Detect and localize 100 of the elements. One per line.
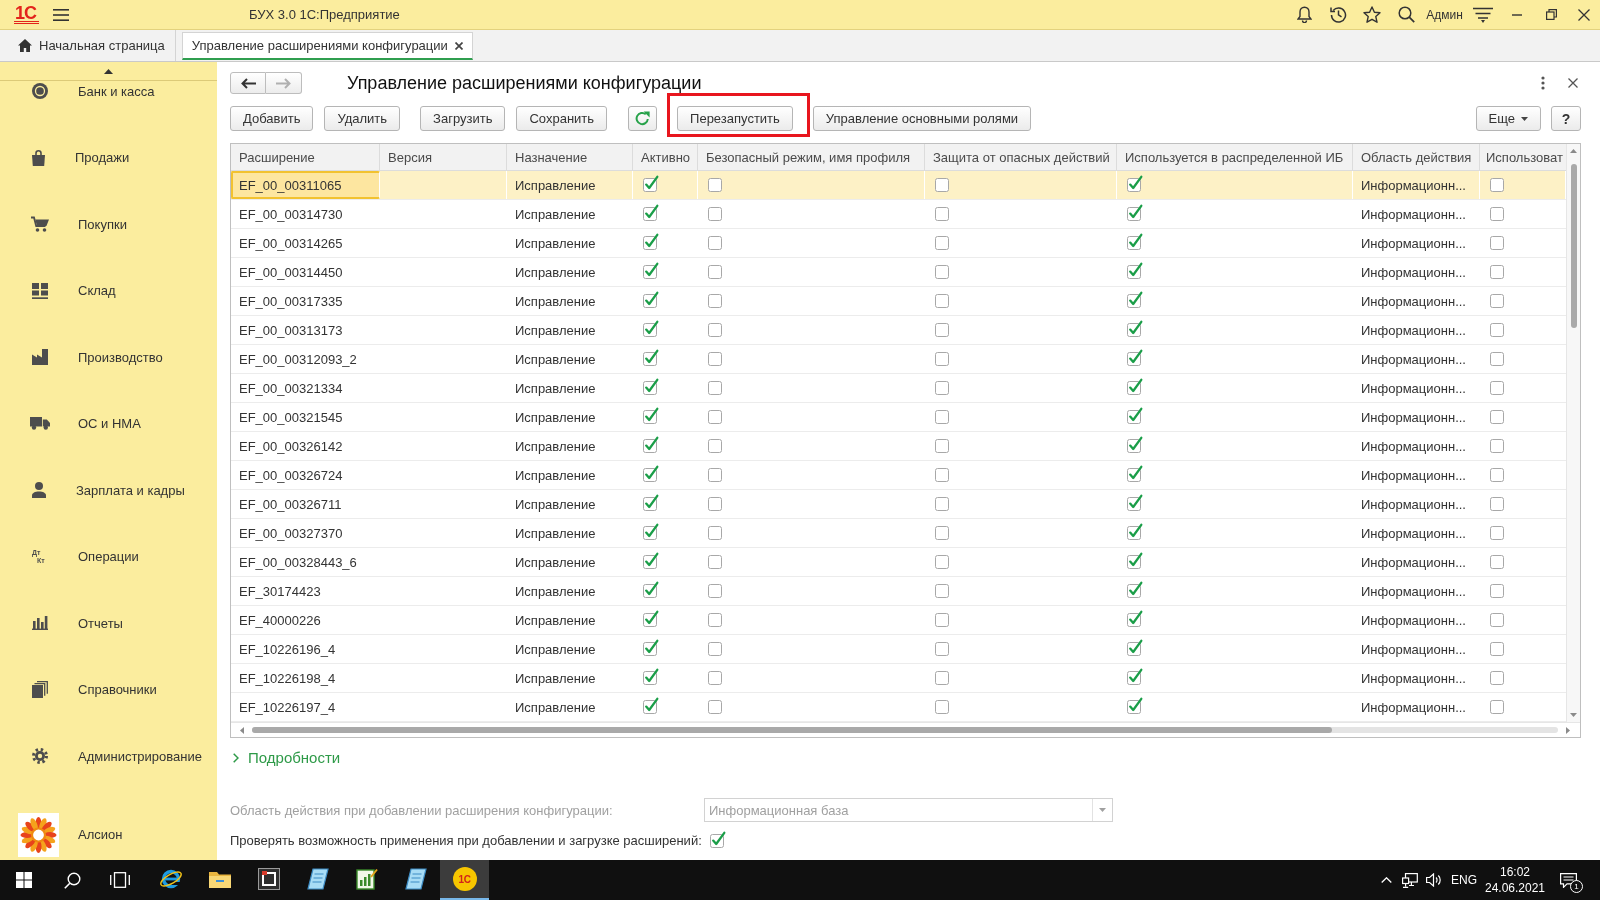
checkbox[interactable]: [1490, 178, 1504, 192]
task-view-icon[interactable]: [110, 872, 130, 888]
checkbox[interactable]: [1126, 233, 1143, 250]
sidebar-item[interactable]: Производство: [0, 347, 217, 367]
table-row[interactable]: EF_00_00326142 Исправление Информационн...: [231, 432, 1566, 461]
checkbox[interactable]: [642, 668, 659, 685]
checkbox[interactable]: [708, 671, 722, 685]
checkbox[interactable]: [642, 465, 659, 482]
checkbox[interactable]: [1126, 175, 1143, 192]
refresh-button[interactable]: [628, 106, 658, 131]
horizontal-scrollbar[interactable]: [231, 722, 1580, 737]
column-header[interactable]: Безопасный режим, имя профиля: [698, 144, 925, 171]
checkbox[interactable]: [642, 204, 659, 221]
scrollbar-thumb[interactable]: [1570, 164, 1577, 328]
checkbox[interactable]: [935, 352, 949, 366]
star-icon[interactable]: [1363, 6, 1381, 23]
checkbox[interactable]: [642, 233, 659, 250]
checkbox[interactable]: [935, 236, 949, 250]
scrollbar-track[interactable]: [252, 727, 1558, 733]
checkbox[interactable]: [708, 352, 722, 366]
checkbox[interactable]: [1490, 613, 1504, 627]
table-row[interactable]: EF_00_00314265 Исправление Информационн...: [231, 229, 1566, 258]
table-row[interactable]: EF_00_00317335 Исправление Информационн...: [231, 287, 1566, 316]
checkbox[interactable]: [935, 265, 949, 279]
checkbox[interactable]: [1126, 204, 1143, 221]
toolbar-button[interactable]: Загрузить: [420, 106, 506, 131]
network-icon[interactable]: [1402, 872, 1418, 888]
table-row[interactable]: EF_00_00326711 Исправление Информационн...: [231, 490, 1566, 519]
checkbox[interactable]: [1126, 320, 1143, 337]
checkbox[interactable]: [642, 378, 659, 395]
column-header[interactable]: Расширение: [231, 144, 380, 171]
search-icon[interactable]: [63, 871, 81, 889]
notification-icon[interactable]: [1559, 872, 1577, 888]
help-button[interactable]: ?: [1551, 106, 1581, 131]
checkbox[interactable]: [1126, 610, 1143, 627]
column-header[interactable]: Версия: [380, 144, 507, 171]
column-header[interactable]: Используется в распределенной ИБ: [1117, 144, 1353, 171]
table-row[interactable]: EF_00_00314730 Исправление Информационн...: [231, 200, 1566, 229]
close-icon[interactable]: [1568, 78, 1578, 88]
checkbox[interactable]: [1126, 697, 1143, 714]
sidebar-item[interactable]: Администрирование: [0, 746, 217, 766]
checkbox[interactable]: [935, 584, 949, 598]
checkbox[interactable]: [708, 294, 722, 308]
more-options-icon[interactable]: [1541, 76, 1545, 90]
sidebar-item[interactable]: Продажи: [0, 147, 217, 168]
checkbox[interactable]: [1490, 236, 1504, 250]
checkbox[interactable]: [708, 468, 722, 482]
checkbox[interactable]: [1126, 523, 1143, 540]
checkbox[interactable]: [1490, 468, 1504, 482]
table-row[interactable]: EF_00_00312093_2 Исправление Информационн...: [231, 345, 1566, 374]
table-row[interactable]: EF_40000226 Исправление Информационн...: [231, 606, 1566, 635]
scroll-right-icon[interactable]: [1566, 726, 1570, 734]
clock-date[interactable]: 24.06.2021: [1484, 880, 1546, 896]
checkbox[interactable]: [1126, 552, 1143, 569]
table-row[interactable]: EF_00_00321545 Исправление Информационн...: [231, 403, 1566, 432]
checkbox[interactable]: [1490, 700, 1504, 714]
checkbox[interactable]: [708, 642, 722, 656]
checkbox[interactable]: [935, 439, 949, 453]
checkbox[interactable]: [708, 207, 722, 221]
checkbox[interactable]: [1490, 294, 1504, 308]
checkbox[interactable]: [708, 323, 722, 337]
checkbox[interactable]: [935, 613, 949, 627]
checkbox[interactable]: [708, 830, 726, 848]
checkbox[interactable]: [1126, 378, 1143, 395]
sidebar-item[interactable]: Алсион: [0, 812, 217, 857]
checkbox[interactable]: [1490, 584, 1504, 598]
checkbox[interactable]: [935, 526, 949, 540]
table-row[interactable]: EF_10226198_4 Исправление Информационн...: [231, 664, 1566, 693]
checkbox[interactable]: [1490, 381, 1504, 395]
checkbox[interactable]: [642, 523, 659, 540]
checkbox[interactable]: [1490, 323, 1504, 337]
checkbox[interactable]: [1490, 642, 1504, 656]
table-row[interactable]: EF_00_00321334 Исправление Информационн...: [231, 374, 1566, 403]
checkbox[interactable]: [935, 497, 949, 511]
checkbox[interactable]: [935, 178, 949, 192]
history-icon[interactable]: [1329, 6, 1347, 23]
checkbox[interactable]: [935, 294, 949, 308]
checkbox[interactable]: [1126, 407, 1143, 424]
checkbox[interactable]: [708, 410, 722, 424]
checkbox[interactable]: [708, 700, 722, 714]
checkbox[interactable]: [935, 323, 949, 337]
toolbar-button[interactable]: Удалить: [324, 106, 401, 131]
tab[interactable]: Управление расширениями конфигурации: [181, 32, 473, 60]
checkbox[interactable]: [642, 320, 659, 337]
checkbox[interactable]: [1126, 262, 1143, 279]
checkbox[interactable]: [642, 291, 659, 308]
checkbox[interactable]: [1126, 291, 1143, 308]
menu-icon[interactable]: [53, 8, 69, 21]
search-icon[interactable]: [1397, 6, 1415, 23]
sidebar-item[interactable]: Покупки: [0, 214, 217, 234]
checkbox[interactable]: [935, 555, 949, 569]
table-row[interactable]: EF_00_00311065 Исправление Информационн...: [231, 171, 1566, 200]
checkbox[interactable]: [642, 407, 659, 424]
checkbox[interactable]: [642, 552, 659, 569]
clock-time[interactable]: 16:02: [1500, 864, 1530, 880]
back-button[interactable]: [230, 72, 266, 94]
checkbox[interactable]: [1490, 671, 1504, 685]
checkbox[interactable]: [708, 439, 722, 453]
sidebar-item[interactable]: Склад: [0, 280, 217, 301]
language-indicator[interactable]: ENG: [1446, 873, 1482, 887]
